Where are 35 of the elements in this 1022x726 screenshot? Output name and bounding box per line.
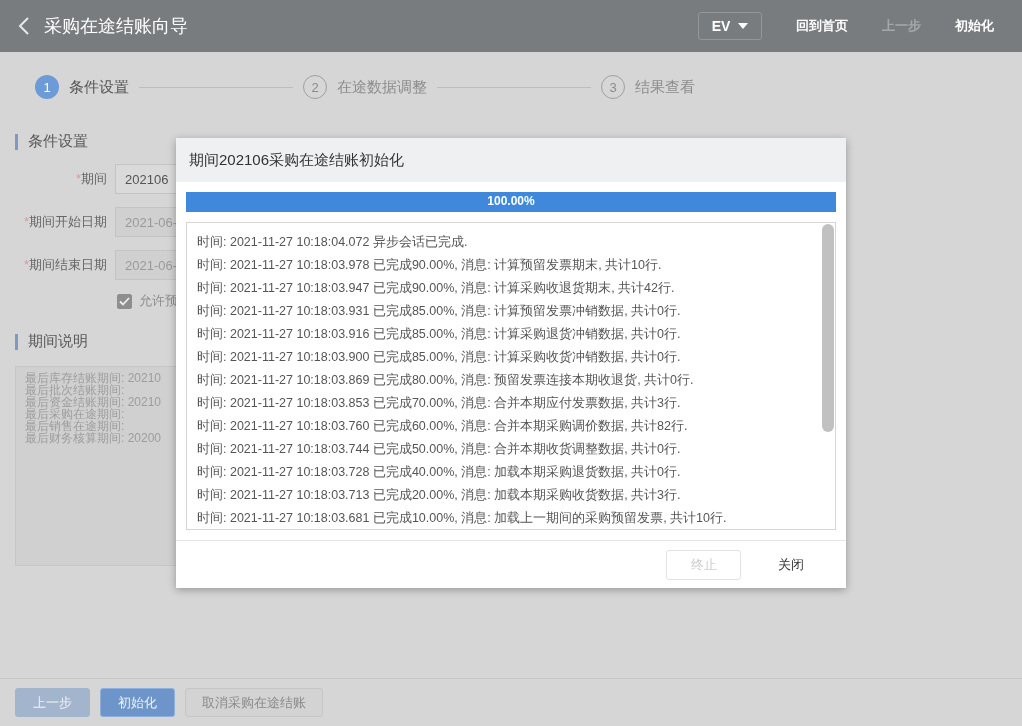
log-line: 时间: 2021-11-27 10:18:03.947 已完成90.00%, 消息: 计算采购收退货期末, 共计42行.	[197, 280, 676, 297]
dialog-title: 期间202106采购在途结账初始化	[176, 138, 846, 182]
field-label: *期间	[74, 170, 108, 188]
progress-reading: 100.00%	[487, 194, 535, 208]
caret-icon	[738, 23, 749, 29]
step-number: 1	[35, 75, 59, 99]
log-line: 时间: 2021-11-27 10:18:03.978 已完成90.00%, 消息: 计算预留发票期末, 共计10行.	[197, 257, 663, 274]
log-line: 时间: 2021-11-27 10:18:03.869 已完成80.00%, 消息: 预留发票连接本期收退货, 共计0行.	[197, 372, 695, 389]
log-line: 时间: 2021-11-27 10:18:03.728 已完成40.00%, 消息: 加载本期采购退货数据, 共计0行.	[197, 464, 682, 481]
section-title: 条件设置	[28, 132, 88, 151]
log-line: 时间: 2021-11-27 10:18:03.760 已完成60.00%, 消息: 合并本期采购调价数据, 共计82行.	[197, 418, 689, 435]
log-line: 时间: 2021-11-27 10:18:03.744 已完成50.00%, 消息: 合并本期收货调整数据, 共计0行.	[197, 441, 682, 458]
header-button[interactable]: 初始化	[943, 17, 1006, 35]
log-line: 时间: 2021-11-27 10:18:03.931 已完成85.00%, 消息: 计算预留发票冲销数据, 共计0行.	[197, 303, 682, 320]
language-select[interactable]: EV	[698, 12, 762, 40]
section-title: 期间说明	[28, 332, 88, 351]
log-line: 时间: 2021-11-27 10:18:03.681 已完成10.00%, 消息: 加载上一期间的采购预留发票, 共计10行.	[197, 510, 728, 527]
footer-button[interactable]: 初始化	[100, 688, 175, 717]
footer-button[interactable]: 取消采购在途结账	[185, 688, 323, 717]
log-line: 时间: 2021-11-27 10:18:03.713 已完成20.00%, 消息: 加载本期采购收货数据, 共计3行.	[197, 487, 682, 504]
header-button[interactable]: 回到首页	[784, 17, 860, 35]
step-label[interactable]: 结果查看	[635, 77, 695, 97]
log-line: 时间: 2021-11-27 10:18:03.853 已完成70.00%, 消息: 合并本期应付发票数据, 共计3行.	[197, 395, 682, 412]
checkbox[interactable]	[117, 293, 132, 309]
log-line: 时间: 2021-11-27 10:18:03.916 已完成85.00%, 消息: 计算采购退货冲销数据, 共计0行.	[197, 326, 682, 343]
log-line: 时间: 2021-11-27 10:18:04.072 异步会话已完成.	[197, 234, 469, 251]
step-label[interactable]: 在途数据调整	[337, 77, 427, 97]
field-label: *期间开始日期	[22, 213, 108, 231]
checkbox-label: 允许预	[139, 292, 178, 310]
field-label: *期间结束日期	[22, 256, 108, 274]
log-line: 时间: 2021-11-27 10:18:03.900 已完成85.00%, 消息: 计算采购收货冲销数据, 共计0行.	[197, 349, 682, 366]
page-title: 采购在途结账向导	[44, 15, 189, 38]
back-icon[interactable]	[18, 16, 30, 36]
step-label[interactable]: 条件设置	[69, 77, 129, 97]
scrollbar-thumb[interactable]	[822, 224, 834, 432]
